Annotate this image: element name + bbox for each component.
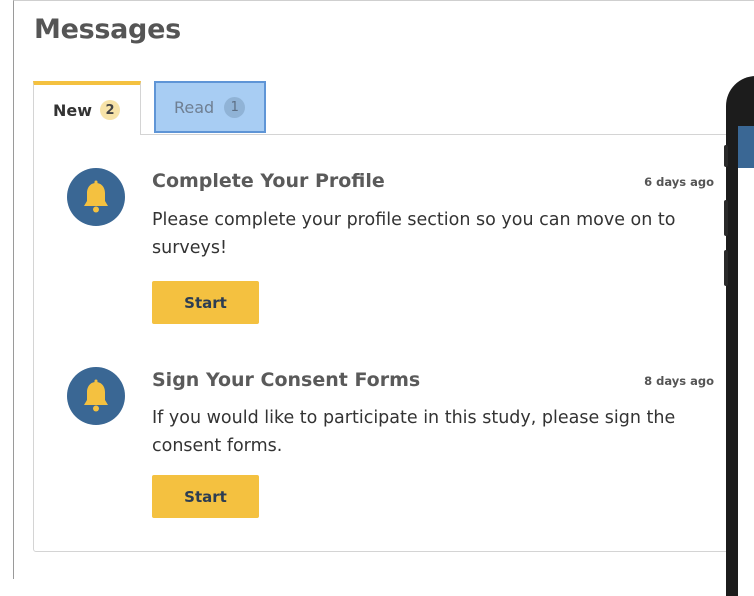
page-title: Messages (34, 14, 181, 45)
messages-panel: Complete Your Profile 6 days ago Please … (33, 134, 733, 552)
phone-side-button (724, 250, 728, 286)
phone-side-button (724, 200, 728, 236)
bell-icon (67, 168, 125, 226)
message-time: 8 days ago (644, 374, 714, 388)
message-body: If you would like to participate in this… (152, 408, 676, 456)
tab-new-label: New (53, 100, 93, 120)
start-button[interactable]: Start (152, 281, 259, 324)
phone-header-bar (738, 126, 754, 168)
tab-read[interactable]: Read 1 (154, 81, 266, 133)
start-button[interactable]: Start (152, 475, 259, 518)
message-title: Sign Your Consent Forms (152, 369, 421, 391)
bell-icon (67, 367, 125, 425)
tab-read-label: Read (174, 97, 215, 117)
message-body: Please complete your profile section so … (152, 210, 676, 258)
tab-read-count-badge: 1 (224, 96, 246, 118)
message-title: Complete Your Profile (152, 170, 385, 192)
message-time: 6 days ago (644, 175, 714, 189)
tab-new[interactable]: New 2 (33, 81, 141, 135)
phone-screen (738, 126, 754, 596)
phone-side-button (724, 145, 728, 167)
tab-new-count-badge: 2 (100, 100, 121, 120)
